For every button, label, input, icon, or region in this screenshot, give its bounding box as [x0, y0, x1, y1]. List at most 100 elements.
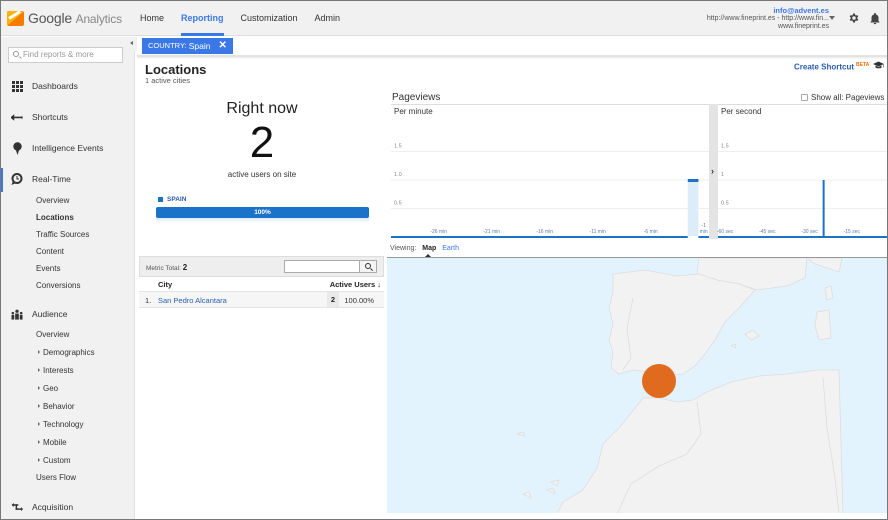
sidebar-sub-conversions[interactable]: Conversions [36, 281, 80, 290]
x-tick-label: -16 min [536, 229, 553, 235]
sidebar-sub-locations[interactable]: Locations [36, 213, 74, 222]
sidebar-item-dashboards[interactable]: Dashboards [1, 77, 135, 95]
country-filter-chip[interactable]: COUNTRY: Spain ✕ [142, 38, 233, 54]
sidebar-label: Audience [32, 309, 68, 319]
view-earth-tab[interactable]: Earth [442, 245, 459, 252]
create-shortcut-link[interactable]: Create Shortcut BETA [794, 62, 869, 72]
sidebar-item-audience[interactable]: Audience [1, 305, 135, 323]
sidebar-sub-traffic-sources[interactable]: Traffic Sources [36, 230, 89, 239]
lightbulb-pin-icon [11, 141, 23, 155]
y-tick-label: 0.5 [394, 201, 402, 207]
nav-home[interactable]: Home [140, 1, 164, 36]
x-tick-label: -15 sec [844, 229, 861, 235]
sidebar-sub-mobile[interactable]: Mobile [38, 438, 67, 447]
map-land-ibiza [730, 343, 737, 349]
account-selector[interactable]: info@advent.es http://www.fineprint.es -… [707, 7, 829, 31]
nav-reporting[interactable]: Reporting [181, 1, 224, 36]
y-tick-label: 1.5 [721, 144, 729, 150]
sidebar-sub-users-flow[interactable]: Users Flow [36, 473, 76, 482]
locations-map[interactable] [387, 257, 887, 513]
remove-filter-close-icon[interactable]: ✕ [218, 38, 226, 54]
sidebar-item-intelligence-events[interactable]: Intelligence Events [1, 139, 135, 157]
country-share-percent: 100% [254, 209, 271, 216]
row-index: 1. [145, 296, 152, 305]
bar-top [687, 179, 699, 182]
audience-people-icon [11, 308, 23, 320]
top-bar: Google Analytics Home Reporting Customiz… [1, 1, 887, 36]
active-users-count: 2 [249, 118, 275, 167]
nav-customization[interactable]: Customization [241, 1, 298, 36]
chart-divider: › [709, 104, 718, 239]
country-legend: SPAIN [158, 196, 186, 203]
page-title: Locations [145, 62, 207, 77]
expand-arrow-icon [38, 439, 40, 444]
table-header: City Active Users ↓ [139, 277, 384, 292]
city-marker-san-pedro-alcantara[interactable] [642, 364, 676, 398]
per-second-chart: Per second 0.5 1 1.5 -60 sec -45 sec -30 sec -1… [717, 107, 887, 238]
google-analytics-logo[interactable]: Google Analytics [7, 10, 122, 26]
find-reports-input[interactable]: Find reports & more [8, 47, 123, 63]
column-header-active-users[interactable]: Active Users ↓ [330, 280, 381, 289]
sub-label: Custom [43, 456, 71, 465]
bar [822, 180, 825, 237]
sidebar-sub-behavior[interactable]: Behavior [38, 402, 75, 411]
sidebar-label: Shortcuts [32, 112, 68, 122]
map-land-north-africa [557, 369, 844, 513]
table-search-button[interactable] [359, 260, 377, 273]
sidebar: Find reports & more Dashboards Shortcuts… [1, 37, 135, 519]
sort-down-arrow-icon: ↓ [377, 280, 381, 289]
sidebar-sub-interests[interactable]: Interests [38, 366, 74, 375]
viewing-label: Viewing: [390, 245, 417, 252]
sidebar-label: Dashboards [32, 81, 78, 91]
city-link[interactable]: San Pedro Alcantara [158, 296, 227, 305]
bar-highlight [687, 180, 699, 237]
expand-arrow-icon [38, 367, 40, 372]
sidebar-label: Acquisition [32, 502, 74, 512]
map-land-balearic [744, 329, 760, 341]
table-search-input[interactable] [284, 260, 360, 273]
map-svg [515, 258, 844, 513]
sidebar-item-real-time[interactable]: Real-Time [1, 168, 135, 192]
map-land-canary [521, 479, 560, 499]
bar-shadow [156, 218, 369, 223]
legend-swatch [158, 197, 163, 202]
notifications-bell-icon[interactable] [869, 12, 881, 25]
sidebar-item-shortcuts[interactable]: Shortcuts [1, 108, 135, 126]
y-tick-label: 1.5 [394, 144, 402, 150]
sidebar-sub-events[interactable]: Events [36, 264, 60, 273]
account-dropdown-icon[interactable] [829, 16, 835, 20]
map-land-iberia [608, 269, 756, 377]
sidebar-sub-geo[interactable]: Geo [38, 384, 58, 393]
viewing-toggle: Viewing: Map Earth [390, 245, 459, 252]
expand-arrow-icon [38, 385, 40, 390]
sidebar-sub-overview[interactable]: Overview [36, 196, 69, 205]
country-legend-label: SPAIN [167, 196, 187, 203]
nav-admin[interactable]: Admin [315, 1, 341, 36]
account-view: www.fineprint.es [778, 23, 829, 30]
filter-label: COUNTRY: [148, 41, 187, 50]
column-header-city[interactable]: City [158, 280, 172, 289]
account-property: http://www.fineprint.es - http://www.fin… [706, 15, 829, 22]
collapse-sidebar-button[interactable] [127, 37, 137, 51]
page-subtitle: 1 active cities [145, 76, 191, 85]
view-map-tab[interactable]: Map [422, 245, 436, 252]
sidebar-sub-content[interactable]: Content [36, 247, 64, 256]
x-tick-label-unit: min [700, 229, 708, 235]
sidebar-sub-demographics[interactable]: Demographics [38, 348, 95, 357]
sub-label: Geo [43, 384, 59, 393]
sidebar-sub-audience-overview[interactable]: Overview [36, 330, 69, 339]
show-all-pageviews-checkbox[interactable]: Show all: Pageviews [801, 93, 884, 102]
main-nav: Home Reporting Customization Admin [140, 1, 357, 36]
search-placeholder: Find reports & more [23, 50, 94, 59]
sidebar-item-acquisition[interactable]: Acquisition [1, 498, 135, 516]
map-land-sardinia [814, 309, 832, 341]
logo-product: Analytics [75, 12, 122, 26]
graduation-cap-icon[interactable] [873, 61, 884, 70]
sidebar-sub-custom[interactable]: Custom [38, 456, 71, 465]
gear-icon[interactable] [848, 12, 860, 24]
sidebar-sub-technology[interactable]: Technology [38, 420, 83, 429]
create-shortcut-label: Create Shortcut [794, 62, 855, 72]
real-time-clock-icon [11, 173, 23, 185]
active-users-label: active users on site [227, 170, 297, 179]
chevron-right-icon: › [711, 166, 714, 176]
